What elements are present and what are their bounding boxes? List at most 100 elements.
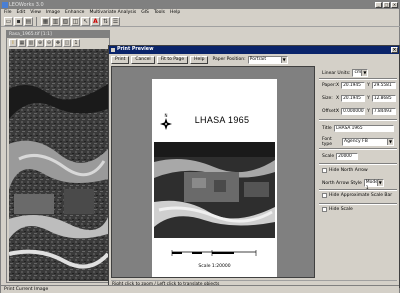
flip-icon[interactable]: ⇅ xyxy=(101,16,110,26)
close-button[interactable]: × xyxy=(391,2,398,8)
image-window-toolbar: i ▦ ▥ ⊕ ⊖ ✥ ◫ 1 xyxy=(7,38,109,48)
image-window-title: Rasa_1965.tif [1:1] xyxy=(7,31,109,38)
image-window: Rasa_1965.tif [1:1] i ▦ ▥ ⊕ ⊖ ✥ ◫ 1 xyxy=(6,30,110,283)
offset-x-field[interactable]: 0.000000 xyxy=(341,108,366,115)
menu-image[interactable]: Image xyxy=(46,9,60,16)
text-icon[interactable]: A xyxy=(91,16,100,26)
chevron-down-icon: ▼ xyxy=(280,56,287,63)
cursor-icon[interactable]: ↖ xyxy=(81,16,90,26)
print-preview-toolbar: Print Cancel Fit to Page Help Paper Posi… xyxy=(109,54,399,65)
print-preview-title-bar: Print Preview × xyxy=(109,46,399,54)
offset-y-field[interactable]: 7.84493 xyxy=(371,108,396,115)
font-type-select[interactable]: Agency FB ▼ xyxy=(342,138,394,146)
paper-position-select[interactable]: Portrait ▼ xyxy=(247,55,288,64)
scale-bar[interactable] xyxy=(170,249,258,259)
main-toolbar: ▭ ▪ ▤ ▦ ▥ ▧ ◫ ↖ A ⇅ ☰ xyxy=(1,16,400,27)
hide-scale-bar-checkbox[interactable] xyxy=(322,193,327,198)
fit-to-page-button[interactable]: Fit to Page xyxy=(156,55,189,64)
scale-text[interactable]: Scale 1:20000 xyxy=(177,264,252,269)
menu-edit[interactable]: Edit xyxy=(17,9,26,16)
title-label: Title xyxy=(322,126,332,131)
list-icon[interactable]: ☰ xyxy=(111,16,120,26)
north-arrow-style-select[interactable]: Model 1 ▼ xyxy=(363,179,384,191)
satellite-image-view[interactable] xyxy=(9,49,108,281)
menu-help[interactable]: Help xyxy=(170,9,180,16)
app-title-bar: LEOWorks 3.0 _ □ × xyxy=(1,1,399,9)
fit-icon[interactable]: ◫ xyxy=(63,39,71,47)
paper-y-field[interactable]: 29.5581 xyxy=(371,82,396,89)
title-field[interactable]: LHASA 1965 xyxy=(334,125,394,132)
zoom-icon[interactable]: ◫ xyxy=(71,16,80,26)
scale-field[interactable]: 20000 xyxy=(336,153,359,160)
hide-north-arrow-checkbox[interactable] xyxy=(322,168,327,173)
open-icon[interactable]: ▭ xyxy=(4,16,13,26)
offset-label: Offset: xyxy=(322,109,338,114)
scale-label: Scale xyxy=(322,154,335,159)
print-preview-title: Print Preview xyxy=(117,47,154,52)
image-icon[interactable]: ▦ xyxy=(41,16,50,26)
chevron-down-icon: ▼ xyxy=(376,180,383,186)
print-options-panel: Linear Units: cm ▼ Paper: X 20.1945 Y 29… xyxy=(318,66,397,278)
hide-scale-bar-label: Hide Approximate Scale Bar xyxy=(329,193,393,198)
hide-north-arrow-label: Hide North Arrow xyxy=(329,168,368,173)
north-arrow-icon[interactable]: N xyxy=(155,113,177,135)
print-preview-window: Print Preview × Print Cancel Fit to Page… xyxy=(108,45,400,288)
zoom-out-icon[interactable]: ⊖ xyxy=(45,39,53,47)
page-map-image[interactable] xyxy=(154,142,275,238)
page-map-title[interactable]: LHASA 1965 xyxy=(177,115,267,125)
preview-canvas[interactable]: N LHASA 1965 Scale 1:20000 xyxy=(111,66,315,278)
print-icon[interactable]: ▤ xyxy=(24,16,33,26)
linear-units-value: cm xyxy=(354,70,362,75)
offset-x-label: X xyxy=(336,109,340,114)
north-label: N xyxy=(165,113,168,118)
help-button[interactable]: Help xyxy=(190,55,209,64)
profile-icon[interactable]: ▥ xyxy=(27,39,35,47)
pan-icon[interactable]: ✥ xyxy=(54,39,62,47)
paper-label: Paper: xyxy=(322,83,337,88)
north-arrow-style-label: North Arrow Style xyxy=(322,180,362,186)
save-icon[interactable]: ▪ xyxy=(14,16,23,26)
paper-y-label: Y xyxy=(367,83,370,88)
app-icon xyxy=(2,2,8,8)
page-satellite-image xyxy=(154,142,275,238)
paper-position-label: Paper Position: xyxy=(212,57,246,62)
font-type-label: Font type xyxy=(322,137,333,147)
zoom-in-icon[interactable]: ⊕ xyxy=(36,39,44,47)
font-type-value: Agency FB xyxy=(344,139,368,144)
info-icon[interactable]: i xyxy=(9,39,17,47)
histogram-icon[interactable]: ▥ xyxy=(51,16,60,26)
menu-file[interactable]: File xyxy=(4,9,12,16)
menu-gis[interactable]: GIS xyxy=(141,9,149,16)
chevron-down-icon: ▼ xyxy=(361,70,368,76)
linear-units-select[interactable]: cm ▼ xyxy=(352,69,369,77)
paper-x-field[interactable]: 20.1945 xyxy=(341,82,366,89)
cancel-button[interactable]: Cancel xyxy=(131,55,155,64)
layers-icon[interactable]: ▦ xyxy=(18,39,26,47)
menu-enhance[interactable]: Enhance xyxy=(65,9,84,16)
minimize-button[interactable]: _ xyxy=(375,2,382,8)
linear-units-label: Linear Units: xyxy=(322,70,351,76)
menu-tools[interactable]: Tools xyxy=(154,9,165,16)
one-to-one-icon[interactable]: 1 xyxy=(72,39,80,47)
print-preview-close-button[interactable]: × xyxy=(391,47,398,53)
menu-bar: File Edit View Image Enhance Multivariat… xyxy=(1,9,399,16)
hide-scale-checkbox[interactable] xyxy=(322,207,327,212)
size-y-field[interactable]: 12.8685 xyxy=(371,95,396,102)
menu-view[interactable]: View xyxy=(30,9,41,16)
satellite-image xyxy=(9,49,108,281)
size-y-label: Y xyxy=(367,96,370,101)
composite-icon[interactable]: ▧ xyxy=(61,16,70,26)
chevron-down-icon: ▼ xyxy=(387,139,393,145)
paper-position-value: Portrait xyxy=(249,56,267,62)
size-x-field[interactable]: 20.1945 xyxy=(341,95,366,102)
paper-x-label: X xyxy=(336,83,340,88)
status-bar: Print Current Image xyxy=(1,285,399,293)
menu-multivariate-analysis[interactable]: Multivariate Analysis xyxy=(89,9,136,16)
hide-scale-label: Hide Scale xyxy=(329,207,353,212)
size-label: Size: xyxy=(322,96,333,101)
print-button[interactable]: Print xyxy=(111,55,130,64)
app-window: LEOWorks 3.0 _ □ × File Edit View Image … xyxy=(0,0,400,293)
maximize-button[interactable]: □ xyxy=(383,2,390,8)
offset-y-label: Y xyxy=(367,109,370,114)
size-x-label: X xyxy=(336,96,340,101)
